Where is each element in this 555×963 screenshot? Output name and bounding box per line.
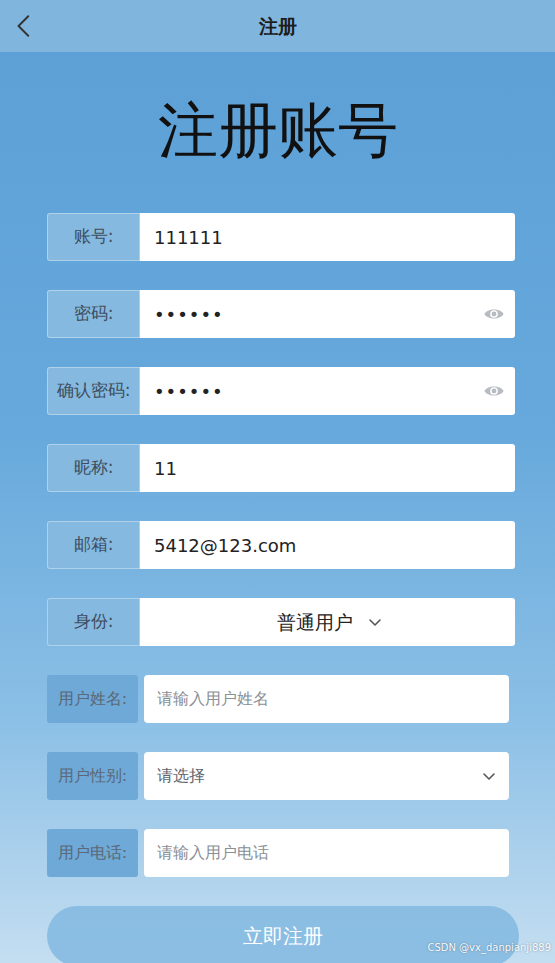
- profile-field: 用户性别: 请选择: [47, 752, 509, 800]
- form-heading: 注册账号: [0, 52, 555, 166]
- field-box[interactable]: 请选择: [144, 752, 509, 800]
- text-input[interactable]: [157, 679, 497, 719]
- form-field: 昵称:: [47, 444, 515, 492]
- field-label: 用户电话:: [47, 829, 138, 877]
- profile-field: 用户姓名:: [47, 675, 509, 723]
- field-box[interactable]: [140, 444, 515, 492]
- field-box[interactable]: [144, 829, 509, 877]
- field-label: 用户姓名:: [47, 675, 138, 723]
- field-box[interactable]: [144, 675, 509, 723]
- back-arrow-icon[interactable]: [12, 13, 38, 39]
- label-text: 密码:: [74, 301, 114, 327]
- label-text: 账号:: [74, 224, 114, 250]
- register-button[interactable]: 立即注册: [47, 906, 519, 963]
- register-form: 账号: 密码: 确认密码: 昵称: 邮箱: 身份: 普通用户用户姓名: 用户性别: 请选择用户电…: [0, 213, 555, 963]
- label-text: 昵称:: [74, 455, 114, 481]
- field-box[interactable]: 普通用户: [140, 598, 515, 646]
- form-field: 账号:: [47, 213, 515, 261]
- page-title: 注册: [259, 12, 297, 41]
- field-label: 确认密码:: [47, 367, 140, 415]
- field-label: 身份:: [47, 598, 140, 646]
- form-field: 确认密码:: [47, 367, 515, 415]
- watermark: CSDN @vx_danpianji889: [427, 940, 551, 955]
- field-label: 账号:: [47, 213, 140, 261]
- label-text: 邮箱:: [74, 532, 114, 558]
- text-input[interactable]: [154, 293, 475, 336]
- select-placeholder[interactable]: 请选择: [157, 764, 205, 788]
- label-text: 用户电话:: [58, 841, 127, 865]
- field-label: 用户性别:: [47, 752, 138, 800]
- label-text: 确认密码:: [57, 378, 131, 404]
- field-box[interactable]: [140, 213, 515, 261]
- field-box[interactable]: [140, 367, 515, 415]
- text-input[interactable]: [157, 833, 497, 873]
- select-value[interactable]: 普通用户: [277, 608, 353, 637]
- text-input[interactable]: [154, 524, 505, 567]
- chevron-down-icon[interactable]: [481, 768, 497, 784]
- label-text: 用户性别:: [58, 764, 127, 788]
- form-field: 身份: 普通用户: [47, 598, 515, 646]
- label-text: 身份:: [74, 609, 114, 635]
- text-input[interactable]: [154, 447, 505, 490]
- field-label: 密码:: [47, 290, 140, 338]
- top-bar: 注册: [0, 0, 555, 52]
- chevron-down-icon[interactable]: [367, 614, 383, 630]
- form-field: 邮箱:: [47, 521, 515, 569]
- field-box[interactable]: [140, 290, 515, 338]
- label-text: 用户姓名:: [58, 687, 127, 711]
- text-input[interactable]: [154, 216, 505, 259]
- field-label: 昵称:: [47, 444, 140, 492]
- back-button[interactable]: [12, 6, 52, 46]
- eye-icon[interactable]: [483, 303, 505, 325]
- text-input[interactable]: [154, 370, 475, 413]
- form-field: 密码:: [47, 290, 515, 338]
- field-box[interactable]: [140, 521, 515, 569]
- field-label: 邮箱:: [47, 521, 140, 569]
- eye-icon[interactable]: [483, 380, 505, 402]
- profile-field: 用户电话:: [47, 829, 509, 877]
